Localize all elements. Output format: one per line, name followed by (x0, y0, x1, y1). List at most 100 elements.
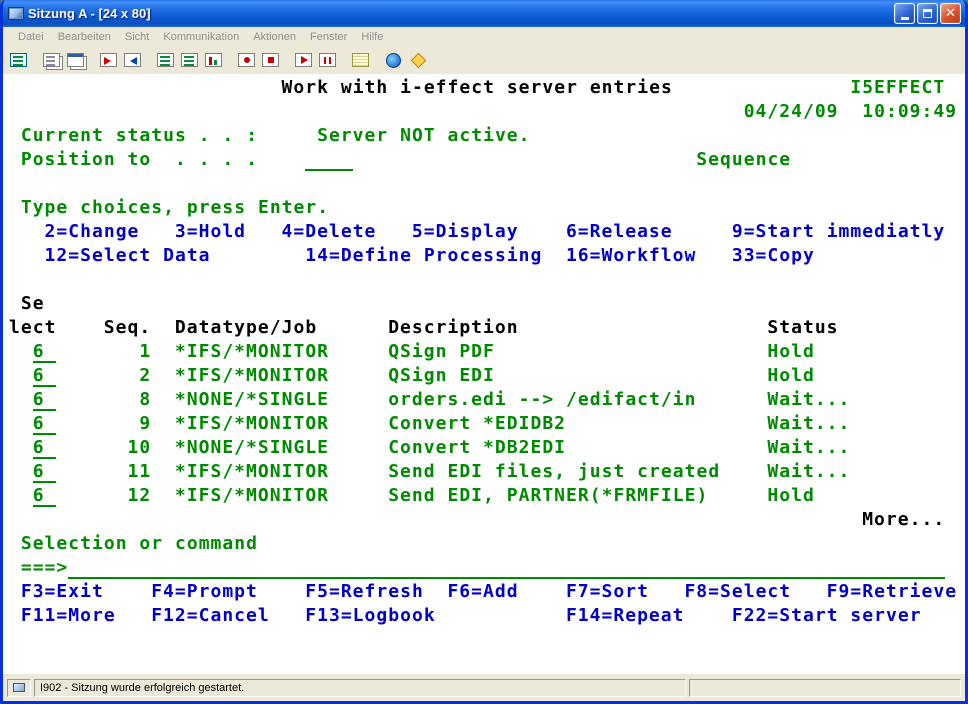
status-message: I902 - Sitzung wurde erfolgreich gestart… (34, 679, 686, 697)
system-name: I5EFFECT (850, 76, 945, 100)
datatype-cell: *IFS/*MONITOR (175, 340, 329, 364)
toolbar-separator (283, 49, 292, 71)
session-status-icon (13, 683, 25, 692)
toolbar-separator (31, 49, 40, 71)
command-prompt: ===> (21, 556, 68, 580)
terminal-screen[interactable]: Work with i-effect server entries I5EFFEC… (3, 74, 965, 673)
menu-fenster[interactable]: Fenster (303, 29, 354, 45)
select-input[interactable]: 6 (33, 460, 57, 484)
receive-file-icon[interactable] (121, 48, 145, 72)
menu-aktionen[interactable]: Aktionen (246, 29, 303, 45)
option-3-hold: 3=Hold (175, 220, 246, 244)
seq-cell: 12 (128, 484, 152, 508)
menu-sicht[interactable]: Sicht (118, 29, 156, 45)
toolbar-separator (226, 49, 235, 71)
menu-datei[interactable]: Datei (11, 29, 51, 45)
status-cell: Hold (767, 364, 814, 388)
datatype-cell: *IFS/*MONITOR (175, 412, 329, 436)
play-macro-icon[interactable] (292, 48, 316, 72)
status-cell: Wait... (767, 388, 850, 412)
session-window-icon[interactable] (154, 48, 178, 72)
datatype-cell: *NONE/*SINGLE (175, 436, 329, 460)
option-2-change: 2=Change (45, 220, 140, 244)
fkey-f5-refresh: F5=Refresh (305, 580, 424, 604)
close-button[interactable]: ✕ (940, 3, 961, 24)
column-header-select-2: lect (9, 316, 56, 340)
option-16-workflow: 16=Workflow (566, 244, 696, 268)
title-bar[interactable]: Sitzung A - [24 x 80] ✕ (3, 0, 965, 27)
fkey-f4-prompt: F4=Prompt (151, 580, 258, 604)
more-indicator: More... (862, 508, 945, 532)
sequence-label: Sequence (696, 148, 791, 172)
option-5-display: 5=Display (412, 220, 519, 244)
option-4-delete: 4=Delete (282, 220, 377, 244)
description-cell: Send EDI files, just created (388, 460, 720, 484)
fkey-f14-repeat: F14=Repeat (566, 604, 685, 628)
status-cell: Wait... (767, 412, 850, 436)
status-icon-cell (7, 679, 31, 697)
notepad-icon[interactable] (349, 48, 373, 72)
maximize-icon (923, 9, 932, 18)
maximize-button[interactable] (917, 3, 938, 24)
description-cell: QSign PDF (388, 340, 495, 364)
instruction-text: Type choices, press Enter. (21, 196, 329, 220)
toolbar-separator (373, 49, 382, 71)
toolbar-separator (145, 49, 154, 71)
pause-macro-icon[interactable] (316, 48, 340, 72)
window-title: Sitzung A - [24 x 80] (28, 6, 890, 21)
stop-macro-icon[interactable] (259, 48, 283, 72)
seq-cell: 10 (128, 436, 152, 460)
copy-icon[interactable] (40, 48, 64, 72)
fkey-f3-exit: F3=Exit (21, 580, 104, 604)
toolbar (3, 46, 965, 74)
seq-cell: 11 (128, 460, 152, 484)
select-input[interactable]: 6 (33, 340, 57, 364)
app-icon (8, 7, 24, 20)
fkey-f13-logbook: F13=Logbook (305, 604, 435, 628)
graphics-chart-icon[interactable] (202, 48, 226, 72)
position-to-label: Position to . . . . (21, 148, 258, 172)
menu-bearbeiten[interactable]: Bearbeiten (51, 29, 118, 45)
select-input[interactable]: 6 (33, 412, 57, 436)
status-right-panel (689, 679, 961, 697)
record-macro-icon[interactable] (235, 48, 259, 72)
toolbar-separator (340, 49, 349, 71)
menu-bar: DateiBearbeitenSichtKommunikationAktione… (3, 27, 965, 46)
internet-globe-icon[interactable] (382, 48, 406, 72)
select-input[interactable]: 6 (33, 388, 57, 412)
datatype-cell: *IFS/*MONITOR (175, 484, 329, 508)
column-header-status: Status (767, 316, 838, 340)
description-cell: Convert *EDIDB2 (388, 412, 566, 436)
active-sessions-icon[interactable] (178, 48, 202, 72)
selection-or-command-label: Selection or command (21, 532, 258, 556)
tags-icon[interactable] (406, 48, 430, 72)
fkey-f6-add: F6=Add (447, 580, 518, 604)
position-to-input[interactable] (305, 148, 352, 172)
datatype-cell: *IFS/*MONITOR (175, 460, 329, 484)
seq-cell: 9 (139, 412, 151, 436)
app-window: Sitzung A - [24 x 80] ✕ DateiBearbeitenS… (0, 0, 968, 704)
minimize-button[interactable] (894, 3, 915, 24)
select-input[interactable]: 6 (33, 484, 57, 508)
description-cell: orders.edi --> /edifact/in (388, 388, 696, 412)
new-session-icon[interactable] (7, 48, 31, 72)
command-input[interactable] (68, 556, 945, 580)
fkey-f7-sort: F7=Sort (566, 580, 649, 604)
menu-hilfe[interactable]: Hilfe (354, 29, 390, 45)
close-icon: ✕ (945, 7, 956, 20)
send-file-icon[interactable] (97, 48, 121, 72)
fkey-f8-select: F8=Select (684, 580, 791, 604)
select-input[interactable]: 6 (33, 436, 57, 460)
column-header-select-1: Se (21, 292, 45, 316)
status-cell: Hold (767, 340, 814, 364)
option-12-select-data: 12=Select Data (45, 244, 211, 268)
status-bar: I902 - Sitzung wurde erfolgreich gestart… (3, 673, 965, 701)
paste-icon[interactable] (64, 48, 88, 72)
datatype-cell: *NONE/*SINGLE (175, 388, 329, 412)
screen-title: Work with i-effect server entries (282, 76, 673, 100)
select-input[interactable]: 6 (33, 364, 57, 388)
column-header-datatype: Datatype/Job (175, 316, 317, 340)
menu-kommunikation[interactable]: Kommunikation (156, 29, 246, 45)
current-status-label: Current status . . : (21, 124, 258, 148)
fkey-f12-cancel: F12=Cancel (151, 604, 270, 628)
